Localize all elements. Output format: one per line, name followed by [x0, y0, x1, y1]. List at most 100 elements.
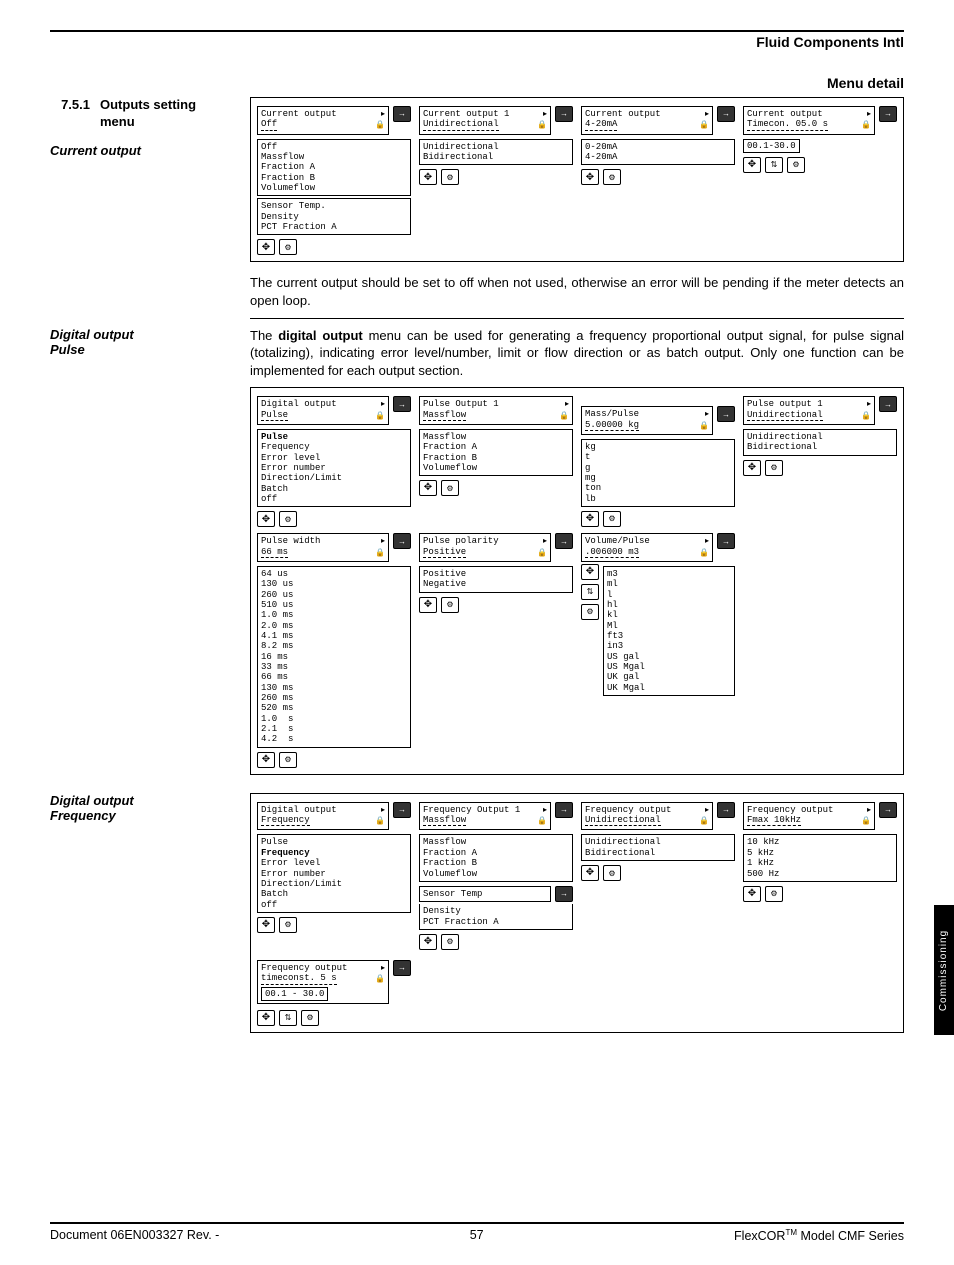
- nav-icon[interactable]: [419, 597, 437, 613]
- next-icon[interactable]: [555, 886, 573, 902]
- next-icon[interactable]: [555, 533, 573, 549]
- knob-icon[interactable]: [441, 597, 459, 613]
- nav-icon[interactable]: [419, 934, 437, 950]
- next-icon[interactable]: [879, 396, 897, 412]
- knob-icon[interactable]: [603, 865, 621, 881]
- menu-selected: Off: [261, 119, 277, 130]
- menu-selected: Unidirectional: [747, 410, 823, 421]
- knob-icon[interactable]: [279, 917, 297, 933]
- footer-page: 57: [470, 1228, 484, 1243]
- next-icon[interactable]: [717, 802, 735, 818]
- nav-icon[interactable]: [743, 157, 761, 173]
- nav-icon[interactable]: [581, 169, 599, 185]
- knob-icon[interactable]: [279, 752, 297, 768]
- lock-icon: [537, 120, 547, 130]
- menu-options: Massflow Fraction A Fraction B Volumeflo…: [419, 429, 573, 476]
- play-icon: [867, 399, 871, 409]
- next-icon[interactable]: [393, 802, 411, 818]
- knob-icon[interactable]: [441, 480, 459, 496]
- menu-header: Frequency output: [261, 963, 347, 973]
- menu-options: 64 us 130 us 260 us 510 us 1.0 ms 2.0 ms…: [257, 566, 411, 748]
- next-icon[interactable]: [393, 960, 411, 976]
- menu-header: Frequency Output 1: [423, 805, 520, 815]
- menu-units: kg t g mg ton lb: [581, 439, 735, 507]
- knob-icon[interactable]: [765, 460, 783, 476]
- diagram-digital-output-pulse: Digital output Pulse Pu: [250, 387, 904, 775]
- nav-icon[interactable]: [581, 865, 599, 881]
- next-icon[interactable]: [555, 802, 573, 818]
- menu-selected: Massflow: [423, 410, 466, 421]
- next-icon[interactable]: [717, 406, 735, 422]
- updown-icon[interactable]: [279, 1010, 297, 1026]
- menu-header: Digital output: [261, 399, 337, 409]
- menu-pulse-width: Pulse width 66 ms 64 us: [257, 533, 411, 768]
- nav-icon[interactable]: [257, 511, 275, 527]
- nav-icon[interactable]: [419, 480, 437, 496]
- menu-header: Current output: [261, 109, 337, 119]
- knob-icon[interactable]: [301, 1010, 319, 1026]
- knob-icon[interactable]: [603, 169, 621, 185]
- section-number-title: 7.5.1Outputs setting: [50, 97, 240, 112]
- section-current-output: 7.5.1Outputs setting menu Current output…: [50, 97, 904, 327]
- menu-freq-fmax: Frequency output Fmax 10kHz: [743, 802, 897, 950]
- play-icon: [565, 399, 569, 409]
- knob-icon[interactable]: [441, 934, 459, 950]
- updown-icon[interactable]: [581, 584, 599, 600]
- menu-selected: Timecon. 05.0 s: [747, 119, 828, 130]
- footer: Document 06EN003327 Rev. - 57 FlexCORTM …: [50, 1224, 904, 1243]
- knob-icon[interactable]: [279, 511, 297, 527]
- menu-freq-timeconst: Frequency output timeconst. 5 s 00.1 - 3…: [257, 960, 411, 1026]
- side-label-digital-freq-l1: Digital output: [50, 793, 240, 808]
- lock-icon: [375, 816, 385, 826]
- range: 00.1-30.0: [743, 139, 800, 153]
- diagram-digital-output-frequency: Digital output Frequency: [250, 793, 904, 1033]
- next-icon[interactable]: [393, 396, 411, 412]
- next-icon[interactable]: [879, 106, 897, 122]
- nav-icon[interactable]: [257, 1010, 275, 1026]
- nav-icon[interactable]: [581, 511, 599, 527]
- paragraph-digital-output: The digital output menu can be used for …: [250, 327, 904, 380]
- next-icon[interactable]: [717, 106, 735, 122]
- next-icon[interactable]: [717, 533, 735, 549]
- lock-icon: [699, 421, 709, 431]
- nav-icon[interactable]: [743, 460, 761, 476]
- lock-icon: [699, 120, 709, 130]
- nav-icon[interactable]: [257, 239, 275, 255]
- nav-icon[interactable]: [743, 886, 761, 902]
- knob-icon[interactable]: [787, 157, 805, 173]
- lock-icon: [375, 548, 385, 558]
- play-icon: [867, 109, 871, 119]
- menu-digital-output: Digital output Pulse Pu: [257, 396, 411, 527]
- nav-icon[interactable]: [257, 752, 275, 768]
- nav-icon[interactable]: [257, 917, 275, 933]
- play-icon: [543, 805, 547, 815]
- lock-icon: [861, 120, 871, 130]
- next-icon[interactable]: [879, 802, 897, 818]
- menu-header: Current output 1: [423, 109, 509, 119]
- knob-icon[interactable]: [603, 511, 621, 527]
- next-icon[interactable]: [555, 106, 573, 122]
- play-icon: [543, 109, 547, 119]
- menu-header: Pulse width: [261, 536, 320, 546]
- next-icon[interactable]: [393, 106, 411, 122]
- play-icon: [381, 805, 385, 815]
- play-icon: [381, 399, 385, 409]
- menu-header: Frequency output: [585, 805, 671, 815]
- nav-icon[interactable]: [419, 169, 437, 185]
- next-icon[interactable]: [393, 533, 411, 549]
- play-icon: [543, 536, 547, 546]
- menu-header: Mass/Pulse: [585, 409, 639, 419]
- page: Fluid Components Intl Menu detail 7.5.1O…: [0, 30, 954, 1265]
- lock-icon: [559, 411, 569, 421]
- menu-current-output-1: Current output 1 Unidirectional: [419, 106, 573, 255]
- menu-mass-per-pulse: Mass/Pulse 5.00000 kg k: [581, 396, 735, 527]
- play-icon: [381, 109, 385, 119]
- menu-header-2: Sensor Temp: [423, 889, 482, 899]
- menu-frequency-output-1: Frequency Output 1 Massflow: [419, 802, 573, 950]
- knob-icon[interactable]: [279, 239, 297, 255]
- knob-icon[interactable]: [441, 169, 459, 185]
- nav-icon[interactable]: [581, 564, 599, 580]
- knob-icon[interactable]: [581, 604, 599, 620]
- knob-icon[interactable]: [765, 886, 783, 902]
- updown-icon[interactable]: [765, 157, 783, 173]
